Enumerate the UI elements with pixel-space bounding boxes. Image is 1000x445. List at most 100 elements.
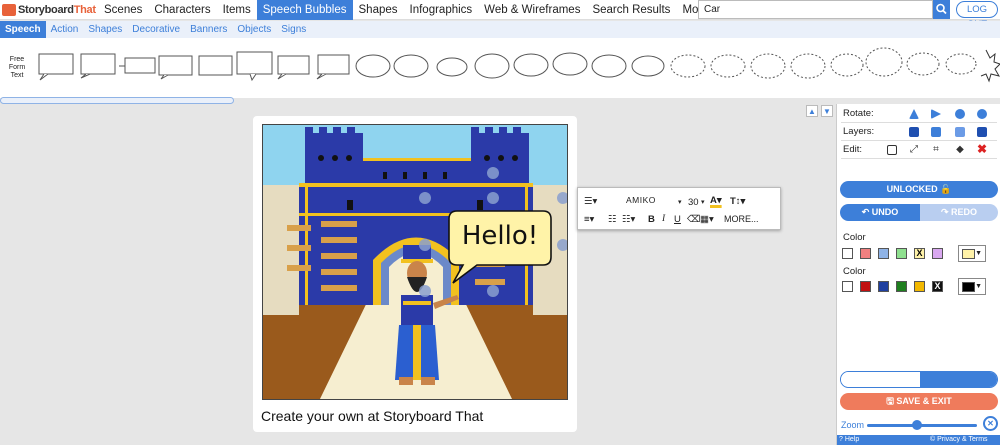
delete-icon[interactable]: ✖	[977, 143, 987, 155]
bubble-burst[interactable]	[980, 49, 1000, 83]
font-family-select[interactable]: AMIKO	[626, 195, 656, 205]
outline-swatch-1[interactable]	[842, 281, 853, 292]
tab-decorative[interactable]: Decorative	[127, 21, 185, 38]
bubble-oval-6[interactable]	[552, 52, 588, 76]
bubble-cloud-7[interactable]	[906, 52, 940, 76]
bubble-rect-4[interactable]	[158, 55, 193, 80]
help-link[interactable]: ? Help	[839, 435, 859, 445]
logout-button[interactable]: LOG OUT	[956, 1, 998, 30]
bring-front-icon[interactable]	[909, 127, 919, 137]
outline-swatch-6[interactable]: X	[932, 281, 943, 292]
view-toggle[interactable]	[840, 371, 998, 388]
grid-view-icon[interactable]	[841, 372, 920, 387]
bubble-oval-1[interactable]	[355, 54, 391, 78]
italic-icon[interactable]: I	[662, 214, 665, 224]
fill-swatch-3[interactable]	[878, 248, 889, 259]
text-color-icon[interactable]: A▾	[710, 195, 722, 206]
send-back-icon[interactable]	[977, 127, 987, 137]
search-button[interactable]	[933, 0, 950, 19]
nav-item-characters[interactable]: Characters	[148, 0, 216, 20]
nav-item-search-results[interactable]: Search Results	[586, 0, 676, 20]
storyboard-that-logo[interactable]: StoryboardThat	[2, 2, 96, 18]
bubble-cloud-5[interactable]	[830, 53, 864, 77]
bubble-cloud-3[interactable]	[750, 53, 786, 79]
zoom-slider[interactable]	[867, 424, 977, 427]
bubble-oval-8[interactable]	[631, 55, 665, 77]
fullscreen-icon[interactable]: ✕	[983, 416, 998, 431]
table-icon[interactable]: ▦▾	[700, 214, 714, 225]
bubble-cloud-8[interactable]	[945, 53, 977, 75]
numbered-list-icon[interactable]: ☷▾	[622, 214, 635, 225]
align-dropdown[interactable]: ☰▾	[584, 196, 597, 207]
eraser-icon[interactable]: ⌫	[687, 214, 700, 225]
underline-icon[interactable]: U	[674, 214, 681, 225]
font-size-select[interactable]: 30	[688, 197, 699, 208]
undo-button[interactable]: ↶ UNDO	[840, 204, 920, 221]
fill-swatch-1[interactable]	[842, 248, 853, 259]
bubble-oval-7[interactable]	[591, 54, 627, 78]
tab-speech[interactable]: Speech	[0, 21, 46, 38]
fill-swatch-5[interactable]: X	[914, 248, 925, 259]
nav-item-scenes[interactable]: Scenes	[98, 0, 148, 20]
expand-icon[interactable]: ⤢	[909, 145, 919, 155]
flip-vertical-icon[interactable]	[909, 109, 919, 119]
bubble-library-scrollbar[interactable]	[0, 97, 234, 104]
crop-icon[interactable]: ⌗	[931, 145, 941, 155]
rotate-left-icon[interactable]	[955, 109, 965, 119]
flip-horizontal-icon[interactable]	[931, 109, 941, 119]
speech-bubble-text[interactable]: Hello!	[449, 221, 551, 251]
bubble-cloud-6[interactable]	[865, 47, 903, 77]
outline-swatch-5[interactable]	[914, 281, 925, 292]
outline-color-picker[interactable]: ▼	[958, 278, 986, 295]
search-input[interactable]: Car	[698, 0, 933, 19]
arrow-up-icon[interactable]: ▲	[806, 105, 818, 117]
bubble-oval-4[interactable]	[474, 53, 510, 79]
nav-item-infographics[interactable]: Infographics	[404, 0, 479, 20]
bubble-cloud-2[interactable]	[710, 54, 746, 78]
tab-banners[interactable]: Banners	[185, 21, 232, 38]
more-button[interactable]: MORE...	[724, 214, 759, 224]
bubble-oval-2[interactable]	[393, 54, 429, 78]
unlocked-button[interactable]: UNLOCKED 🔓	[840, 181, 998, 198]
arrow-down-icon[interactable]: ▼	[821, 105, 833, 117]
tab-action[interactable]: Action	[46, 21, 84, 38]
copy-icon[interactable]	[887, 145, 897, 155]
bubble-rect-3[interactable]	[119, 57, 156, 74]
outline-swatch-2[interactable]	[860, 281, 871, 292]
bullet-list-icon[interactable]: ☷	[608, 214, 617, 225]
save-exit-button[interactable]: 🖫 SAVE & EXIT	[840, 393, 998, 410]
nav-item-web-wireframes[interactable]: Web & Wireframes	[478, 0, 586, 20]
tab-shapes[interactable]: Shapes	[83, 21, 127, 38]
fill-swatch-6[interactable]	[932, 248, 943, 259]
privacy-link[interactable]: © Privacy & Terms	[930, 435, 988, 445]
bubble-rect-6[interactable]	[236, 51, 273, 82]
text-size-icon[interactable]: T↕▾	[730, 196, 745, 207]
bring-forward-icon[interactable]	[931, 127, 941, 137]
fill-swatch-4[interactable]	[896, 248, 907, 259]
tab-objects[interactable]: Objects	[232, 21, 276, 38]
redo-button[interactable]: ↷ REDO	[920, 204, 998, 221]
bubble-rect-1[interactable]	[38, 53, 74, 81]
bubble-oval-3[interactable]	[436, 57, 468, 77]
rotate-right-icon[interactable]	[977, 109, 987, 119]
tab-signs[interactable]: Signs	[276, 21, 311, 38]
fill-swatch-2[interactable]	[860, 248, 871, 259]
line-spacing-icon[interactable]: ≡▾	[584, 214, 594, 225]
list-view-icon[interactable]	[920, 372, 997, 387]
outline-swatch-3[interactable]	[878, 281, 889, 292]
bubble-rect-8[interactable]	[316, 54, 350, 80]
fill-color-picker[interactable]: ▼	[958, 245, 986, 262]
outline-swatch-4[interactable]	[896, 281, 907, 292]
zoom-slider-handle[interactable]	[912, 420, 922, 430]
scene-canvas[interactable]: Hello!	[262, 124, 568, 400]
bold-icon[interactable]: B	[648, 214, 655, 225]
bubble-cloud-4[interactable]	[790, 53, 826, 79]
bubble-rect-7[interactable]	[277, 55, 310, 80]
bubble-oval-5[interactable]	[513, 53, 549, 77]
bubble-rect-5[interactable]	[198, 55, 233, 76]
nav-item-shapes[interactable]: Shapes	[353, 0, 404, 20]
eraser-tool-icon[interactable]: ◆	[955, 145, 965, 155]
nav-item-speech-bubbles[interactable]: Speech Bubbles	[256, 0, 353, 20]
bubble-rect-2[interactable]	[80, 53, 116, 79]
send-backward-icon[interactable]	[955, 127, 965, 137]
